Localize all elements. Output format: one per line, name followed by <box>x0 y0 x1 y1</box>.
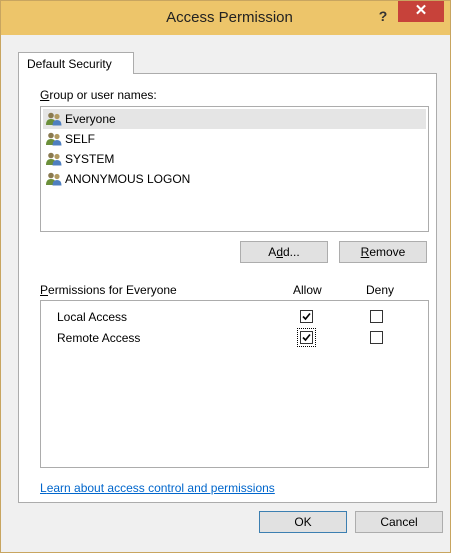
group-user-list[interactable]: Everyone SELF SYSTEM ANONYMOUS LOGON <box>40 106 429 232</box>
users-group-icon <box>46 112 62 126</box>
accelerator-key: P <box>40 283 49 297</box>
deny-column-header: Deny <box>366 283 395 297</box>
checkmark-icon <box>302 333 311 342</box>
link-text: earn about access control and permission… <box>46 481 275 495</box>
list-item-label: SELF <box>65 132 96 146</box>
accelerator-key: R <box>360 245 370 259</box>
close-button[interactable]: ✕ <box>398 1 444 22</box>
accelerator-key: d <box>276 245 283 259</box>
list-item-everyone[interactable]: Everyone <box>43 109 426 129</box>
help-button[interactable]: ? <box>369 5 397 29</box>
list-item-anonymous-logon[interactable]: ANONYMOUS LOGON <box>43 169 190 189</box>
users-group-icon <box>46 172 62 186</box>
local-access-allow-checkbox[interactable] <box>300 310 313 323</box>
label-text: ermissions for Everyone <box>48 283 177 297</box>
cancel-button[interactable]: Cancel <box>355 511 443 533</box>
permissions-list <box>40 300 429 468</box>
button-text: d... <box>283 245 300 259</box>
permission-remote-access-label: Remote Access <box>57 331 141 345</box>
remote-access-deny-checkbox[interactable] <box>370 331 383 344</box>
button-text: emove <box>369 245 406 259</box>
label-text: roup or user names: <box>49 88 157 102</box>
help-icon: ? <box>378 8 388 24</box>
list-item-label: SYSTEM <box>65 152 115 166</box>
allow-column-header: Allow <box>293 283 322 297</box>
link-text: L <box>40 481 47 495</box>
permissions-label: Permissions for Everyone <box>40 283 177 297</box>
local-access-deny-checkbox[interactable] <box>370 310 383 323</box>
permission-local-access-label: Local Access <box>57 310 128 324</box>
remote-access-allow-checkbox[interactable] <box>300 331 313 344</box>
accelerator-key: G <box>40 88 50 102</box>
close-icon: ✕ <box>414 2 428 19</box>
learn-about-access-control-link[interactable]: Learn about access control and permissio… <box>40 481 275 495</box>
users-group-icon <box>46 132 62 146</box>
tab-default-security[interactable]: Default Security <box>18 52 134 74</box>
list-item-label: Everyone <box>65 112 116 126</box>
list-item-self[interactable]: SELF <box>43 129 95 149</box>
add-button[interactable]: Add... <box>240 241 328 263</box>
list-item-system[interactable]: SYSTEM <box>43 149 114 169</box>
users-group-icon <box>46 152 62 166</box>
ok-button[interactable]: OK <box>259 511 347 533</box>
remove-button[interactable]: Remove <box>339 241 427 263</box>
checkmark-icon <box>302 312 311 321</box>
list-item-label: ANONYMOUS LOGON <box>65 172 191 186</box>
group-or-user-names-label: Group or user names: <box>40 88 157 102</box>
title-bar[interactable]: Access Permission ? ✕ <box>1 1 450 35</box>
